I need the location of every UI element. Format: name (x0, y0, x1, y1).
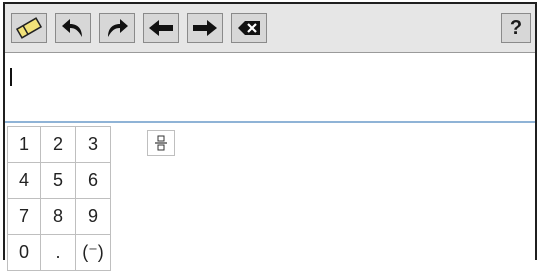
cursor-left-button[interactable] (143, 13, 179, 43)
key-9[interactable]: 9 (76, 199, 111, 235)
key-7[interactable]: 7 (8, 199, 41, 235)
fraction-template-icon (155, 135, 167, 151)
key-1[interactable]: 1 (8, 127, 41, 163)
redo-button[interactable] (99, 13, 135, 43)
number-keypad: 1 2 3 4 5 6 7 8 9 0 . (⁻) (7, 126, 111, 271)
editor-toolbar: ? (5, 4, 535, 53)
key-decimal[interactable]: . (41, 235, 76, 271)
key-3[interactable]: 3 (76, 127, 111, 163)
key-0[interactable]: 0 (8, 235, 41, 271)
text-caret (10, 68, 12, 86)
undo-button[interactable] (55, 13, 91, 43)
help-button[interactable]: ? (501, 13, 531, 43)
eraser-icon (15, 17, 43, 39)
undo-icon (62, 19, 82, 37)
eraser-button[interactable] (11, 13, 47, 43)
fraction-button[interactable] (147, 130, 175, 156)
equation-editor: ? 1 2 3 4 5 6 7 8 9 0 . (⁻) (3, 2, 537, 271)
arrow-left-icon (149, 20, 173, 36)
key-negative[interactable]: (⁻) (76, 235, 111, 271)
backspace-icon (238, 21, 260, 35)
redo-icon (108, 19, 128, 37)
keypad-panel: 1 2 3 4 5 6 7 8 9 0 . (⁻) (5, 123, 535, 271)
key-2[interactable]: 2 (41, 127, 76, 163)
key-8[interactable]: 8 (41, 199, 76, 235)
key-6[interactable]: 6 (76, 163, 111, 199)
key-5[interactable]: 5 (41, 163, 76, 199)
cursor-right-button[interactable] (187, 13, 223, 43)
arrow-right-icon (193, 20, 217, 36)
key-4[interactable]: 4 (8, 163, 41, 199)
backspace-button[interactable] (231, 13, 267, 43)
math-input-field[interactable] (5, 53, 535, 123)
